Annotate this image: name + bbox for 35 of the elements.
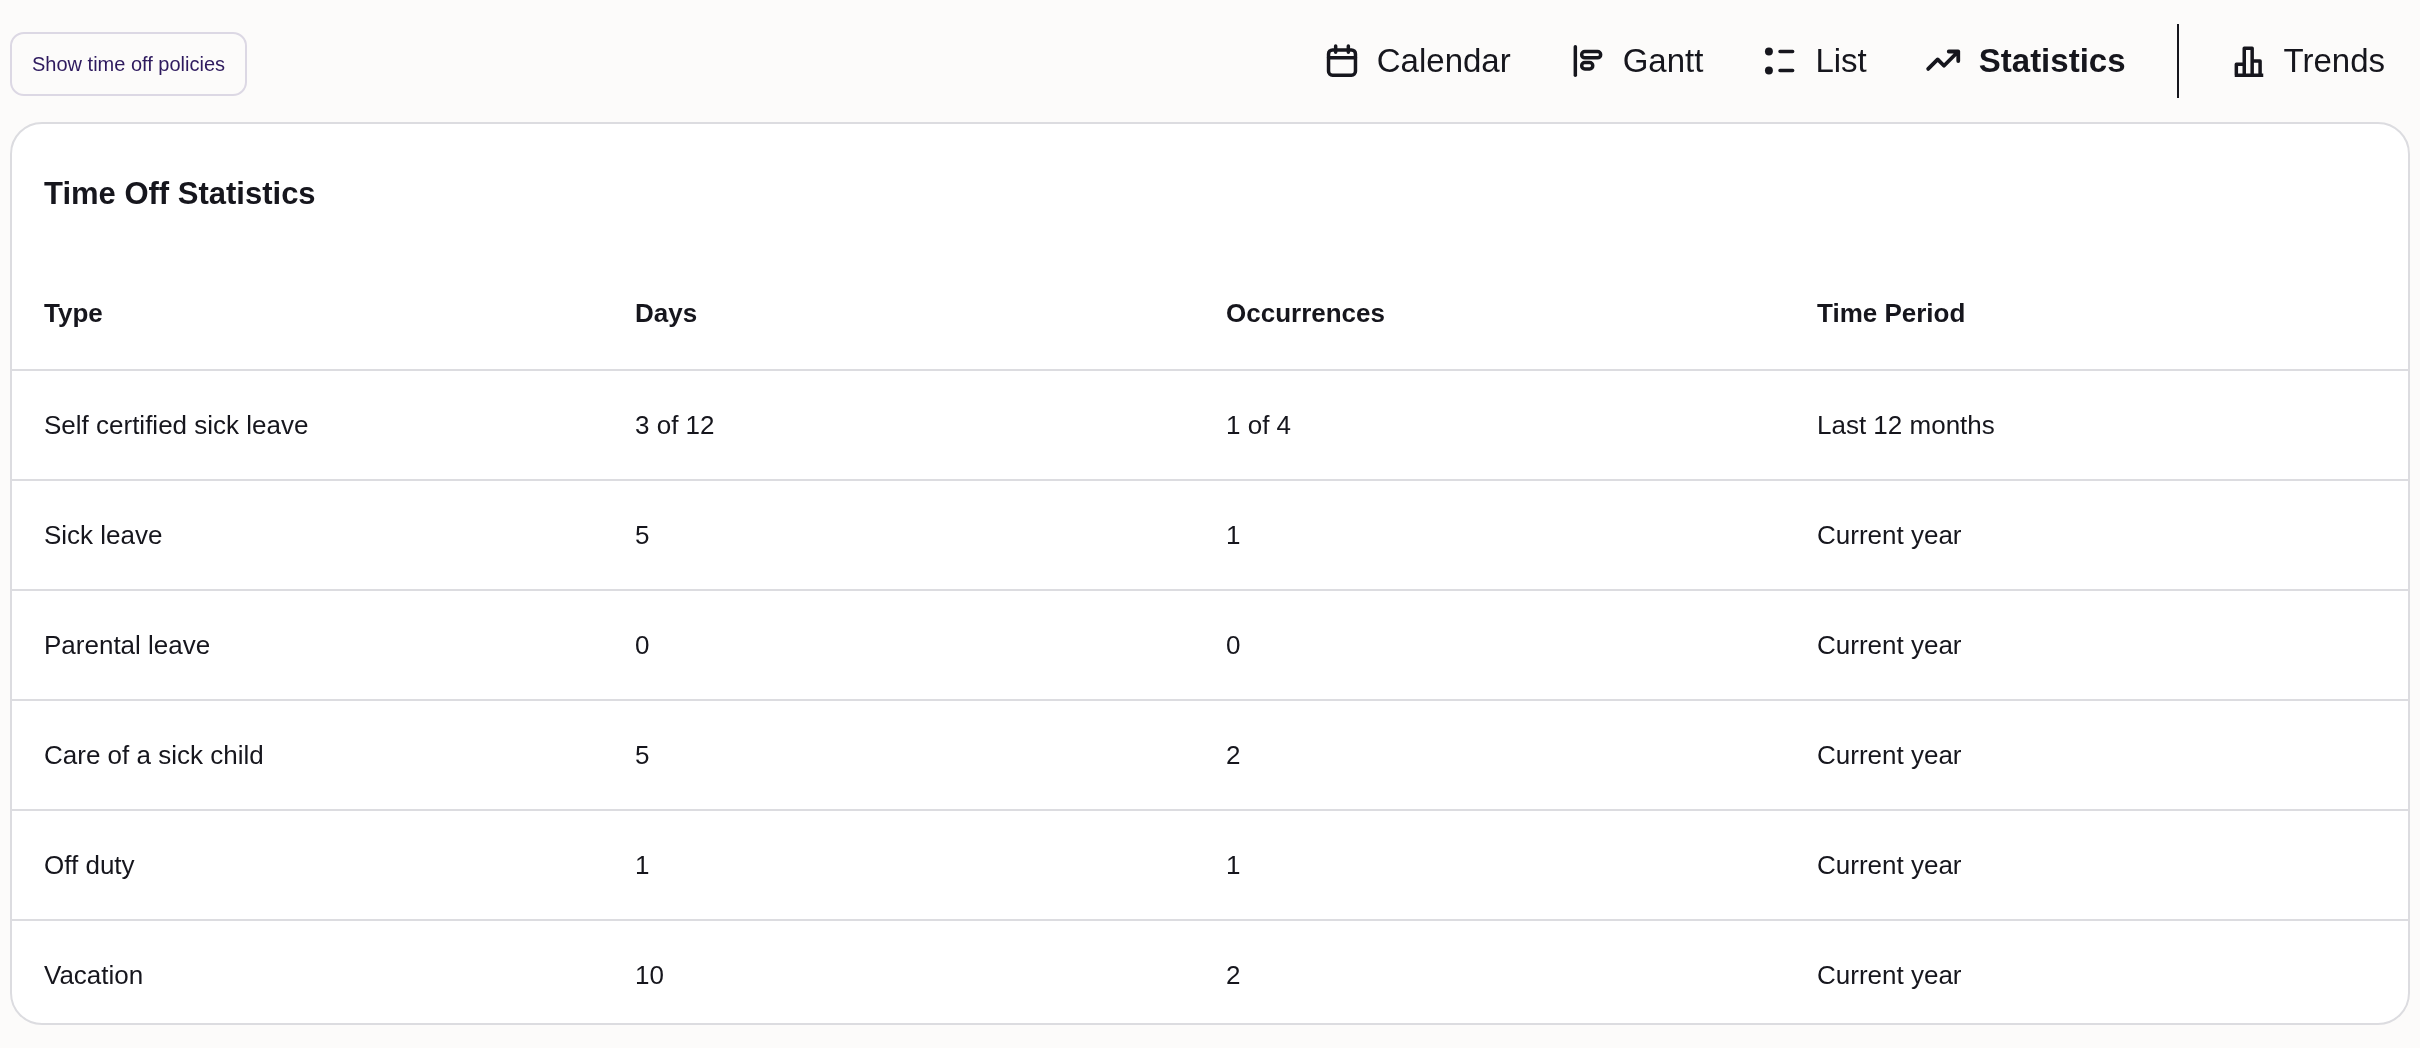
card-title: Time Off Statistics [43,175,317,213]
table-cell-text: 1 [635,849,651,881]
table-cell-text: Current year [1817,959,1963,991]
view-tab[interactable]: Calendar [1297,42,1536,80]
table-cell-text: 2 [1226,959,1242,991]
table-cell-text: Parental leave [44,629,212,661]
table-cell-text: Current year [1817,849,1963,881]
column-header: Type [44,298,104,329]
column-header: Time Period [1817,298,1967,329]
table-cell-text: Current year [1817,519,1963,551]
view-tab[interactable]: Statistics [1899,42,2151,80]
table-cell-text: 1 of 4 [1226,409,1293,441]
table-cell-text: Self certified sick leave [44,409,310,441]
table-cell-text: 3 of 12 [635,409,716,441]
column-header: Days [635,298,699,329]
table-cell-text: Sick leave [44,519,164,551]
table-cell-text: Care of a sick child [44,739,265,771]
view-tab[interactable]: List [1736,42,1892,80]
table-cell-text: 10 [635,959,665,991]
column-header: Occurrences [1226,298,1386,329]
trends-tab[interactable]: Trends [2204,42,2410,80]
table-cell-text: 5 [635,739,651,771]
table-cell-text: Off duty [44,849,136,881]
table-cell-text: Last 12 months [1817,409,1996,441]
table-cell-text: 5 [635,519,651,551]
show-policies-button[interactable]: Show time off policies [10,32,248,96]
view-tab[interactable]: Gantt [1543,42,1729,80]
table-cell-text: Current year [1817,629,1963,661]
table-cell-text: 2 [1226,739,1242,771]
table-cell-text: 0 [635,629,651,661]
table-cell-text: 0 [1226,629,1242,661]
table-cell-text: 1 [1226,849,1242,881]
table-cell-text: Current year [1817,739,1963,771]
table-cell-text: 1 [1226,519,1242,551]
table-cell-text: Vacation [44,959,145,991]
